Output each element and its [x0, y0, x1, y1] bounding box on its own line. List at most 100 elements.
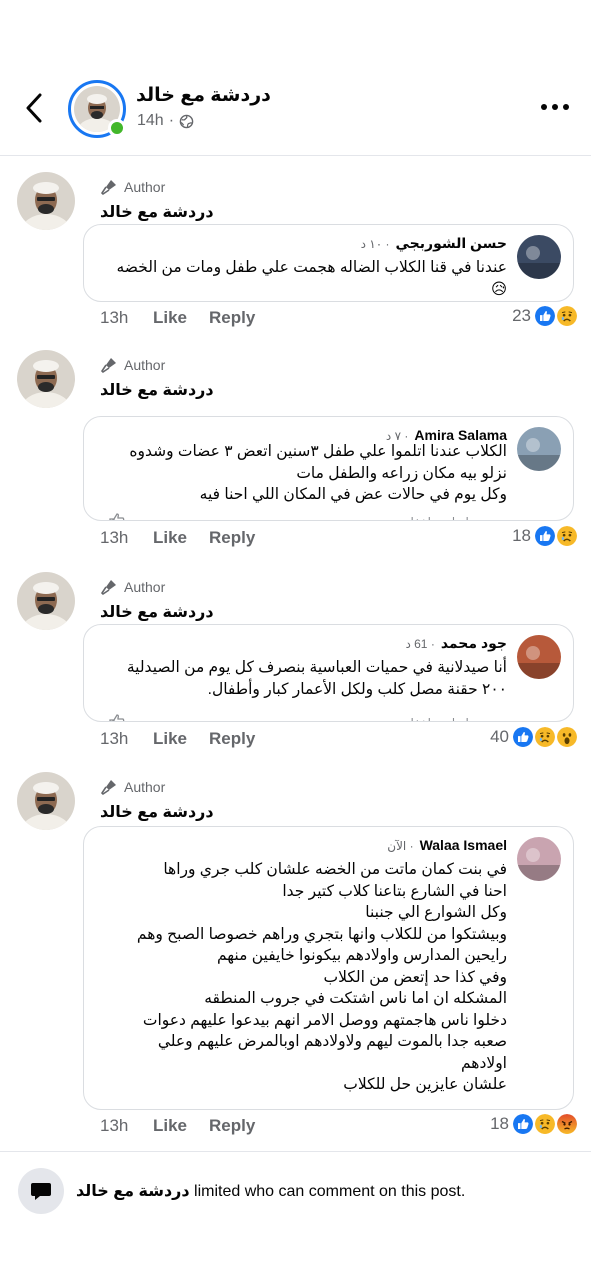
cropped-action-label: مراسلة — [445, 716, 482, 721]
comment-line: الكلاب عندنا اتلموا علي طفل ٣سنين اتعض ٣… — [129, 443, 507, 460]
commenter-time: · 61 د — [405, 637, 435, 651]
comment-line: وكل الشوارع الي جنبنا — [365, 904, 507, 921]
reply-button[interactable]: Reply — [209, 528, 255, 548]
reaction-summary[interactable]: 18 — [512, 524, 579, 548]
author-avatar[interactable] — [17, 572, 75, 630]
comment-line: علشان عايزين حل للكلاب — [343, 1076, 507, 1093]
comment-line: احنا في الشارع بتاعنا كلاب كتير جدا — [282, 882, 507, 900]
comment-bubble[interactable]: جود محمد · 61 د أنا صيدلانية في حميات العب… — [83, 624, 574, 722]
comment-line: صعبه جدا بالموت ليهم ولاولادهم اوبالمرض … — [157, 1033, 507, 1050]
comment-line: رايحين المدارس واولادهم بيكونوا خايفين م… — [216, 947, 507, 964]
commenter-name[interactable]: حسن الشوربجي — [396, 235, 507, 252]
microphone-icon — [100, 580, 116, 596]
reply-button[interactable]: Reply — [209, 308, 255, 328]
like-button[interactable]: Like — [153, 729, 187, 749]
more-options-icon[interactable] — [541, 104, 569, 110]
page-title[interactable]: دردشة مع خالد — [136, 84, 271, 107]
comment-text: في بنت كمان ماتت من الخضه علشان كلب جري … — [137, 859, 507, 1096]
comment-actions: 13h Like Reply — [100, 308, 277, 328]
restriction-text: limited who can comment on this post. — [194, 1183, 466, 1200]
comment-time: 13h — [100, 308, 129, 327]
commenter-time: · الآن — [387, 839, 414, 853]
microphone-icon — [100, 780, 116, 796]
like-button[interactable]: Like — [153, 528, 187, 548]
like-reaction-icon — [533, 524, 557, 548]
commenter-avatar[interactable] — [517, 427, 561, 471]
post-meta: 14h · — [137, 112, 194, 130]
commenter-name[interactable]: Walaa Ismael — [420, 837, 507, 853]
author-name[interactable]: دردشة مع خالد — [100, 202, 214, 222]
restriction-page-name[interactable]: دردشة مع خالد — [76, 1183, 190, 1200]
commenter-header: Walaa Ismael · الآن — [387, 837, 507, 853]
comment-actions: 13h Like Reply — [100, 528, 277, 548]
cropped-action-label: مراسلة — [445, 515, 482, 520]
comment-text: الكلاب عندنا اتلموا علي طفل ٣سنين اتعض ٣… — [129, 441, 507, 506]
author-label: Author — [124, 779, 166, 795]
globe-icon — [179, 114, 194, 128]
author-badge: Author — [100, 578, 165, 596]
cropped-action-label: إخفاء — [405, 716, 431, 721]
comment-line: في بنت كمان ماتت من الخضه علشان كلب جري … — [163, 861, 507, 878]
microphone-icon — [100, 180, 116, 196]
back-arrow-icon[interactable] — [20, 90, 48, 126]
author-label: Author — [124, 179, 166, 195]
post-header: دردشة مع خالد 14h · — [0, 0, 591, 156]
author-avatar[interactable] — [17, 350, 75, 408]
author-name[interactable]: دردشة مع خالد — [100, 380, 214, 400]
comment-restriction-notice: دردشة مع خالد limited who can comment on… — [18, 1168, 465, 1214]
sad-reaction-icon — [533, 725, 557, 749]
commenter-header: حسن الشوربجي · ١٠ د — [361, 235, 507, 252]
commenter-time: · ١٠ د — [360, 237, 390, 251]
like-button[interactable]: Like — [153, 308, 187, 328]
comment-bubble[interactable]: Walaa Ismael · الآن في بنت كمان ماتت من ال… — [83, 826, 574, 1110]
like-reaction-icon — [511, 725, 535, 749]
reaction-summary[interactable]: 23 — [512, 304, 579, 328]
comment-bubble[interactable]: Amira Salama · ٧ د الكلاب عندنا اتلموا علي… — [83, 416, 574, 521]
comment-line: نزلو بيه مكان زراعه والطفل مات — [296, 464, 507, 482]
reaction-count: 23 — [512, 306, 531, 325]
author-badge: Author — [100, 778, 165, 796]
reply-button[interactable]: Reply — [209, 1116, 255, 1136]
reaction-summary[interactable]: 18 — [490, 1112, 579, 1136]
comment-actions: 13h Like Reply — [100, 1116, 277, 1136]
commenter-avatar[interactable] — [517, 635, 561, 679]
comment-line: أنا صيدلانية في حميات العباسية بنصرف كل … — [126, 659, 507, 676]
author-name[interactable]: دردشة مع خالد — [100, 602, 214, 622]
reaction-count: 40 — [490, 727, 509, 746]
commenter-avatar[interactable] — [517, 235, 561, 279]
like-reaction-icon — [533, 304, 557, 328]
comment-text: عندنا في قنا الكلاب الضاله هجمت علي طفل … — [116, 257, 507, 300]
like-reaction-icon — [511, 1112, 535, 1136]
commenter-name[interactable]: جود محمد — [441, 635, 507, 652]
author-avatar[interactable] — [17, 172, 75, 230]
post-time: 14h — [137, 112, 164, 129]
sad-reaction-icon — [555, 304, 579, 328]
author-label: Author — [124, 579, 166, 595]
author-badge: Author — [100, 356, 165, 374]
comment-line: عندنا في قنا الكلاب الضاله هجمت علي طفل … — [116, 259, 507, 276]
comment-line: وبيشتكوا من للكلاب وانها بتجري وراهم خصو… — [136, 925, 507, 943]
reply-button[interactable]: Reply — [209, 729, 255, 749]
comment-actions: 13h Like Reply — [100, 729, 277, 749]
cropped-reply-actions: رد مراسلة إخفاء — [405, 716, 507, 721]
like-button[interactable]: Like — [153, 1116, 187, 1136]
commenter-avatar[interactable] — [517, 837, 561, 881]
author-avatar[interactable] — [17, 772, 75, 830]
reaction-count: 18 — [490, 1114, 509, 1133]
comment-line: اولادهم — [460, 1054, 507, 1072]
thumbs-up-icon — [109, 714, 125, 721]
comment-bubble[interactable]: حسن الشوربجي · ١٠ د عندنا في قنا الكلاب ال… — [83, 224, 574, 302]
cropped-reply-actions: رد مراسلة إخفاء — [405, 515, 507, 520]
author-name[interactable]: دردشة مع خالد — [100, 802, 214, 822]
cropped-action-label: إخفاء — [405, 515, 431, 520]
comment-line: 😥 — [490, 280, 507, 298]
wow-reaction-icon — [555, 725, 579, 749]
comment-bubble-icon — [18, 1168, 64, 1214]
comment-line: ٢٠٠ حقنة مصل كلب ولكل الأعمار كبار وأطفا… — [207, 680, 507, 698]
reaction-count: 18 — [512, 526, 531, 545]
sad-reaction-icon — [555, 524, 579, 548]
reaction-summary[interactable]: 40 — [490, 725, 579, 749]
microphone-icon — [100, 358, 116, 374]
sad-reaction-icon — [533, 1112, 557, 1136]
divider — [0, 1151, 591, 1152]
